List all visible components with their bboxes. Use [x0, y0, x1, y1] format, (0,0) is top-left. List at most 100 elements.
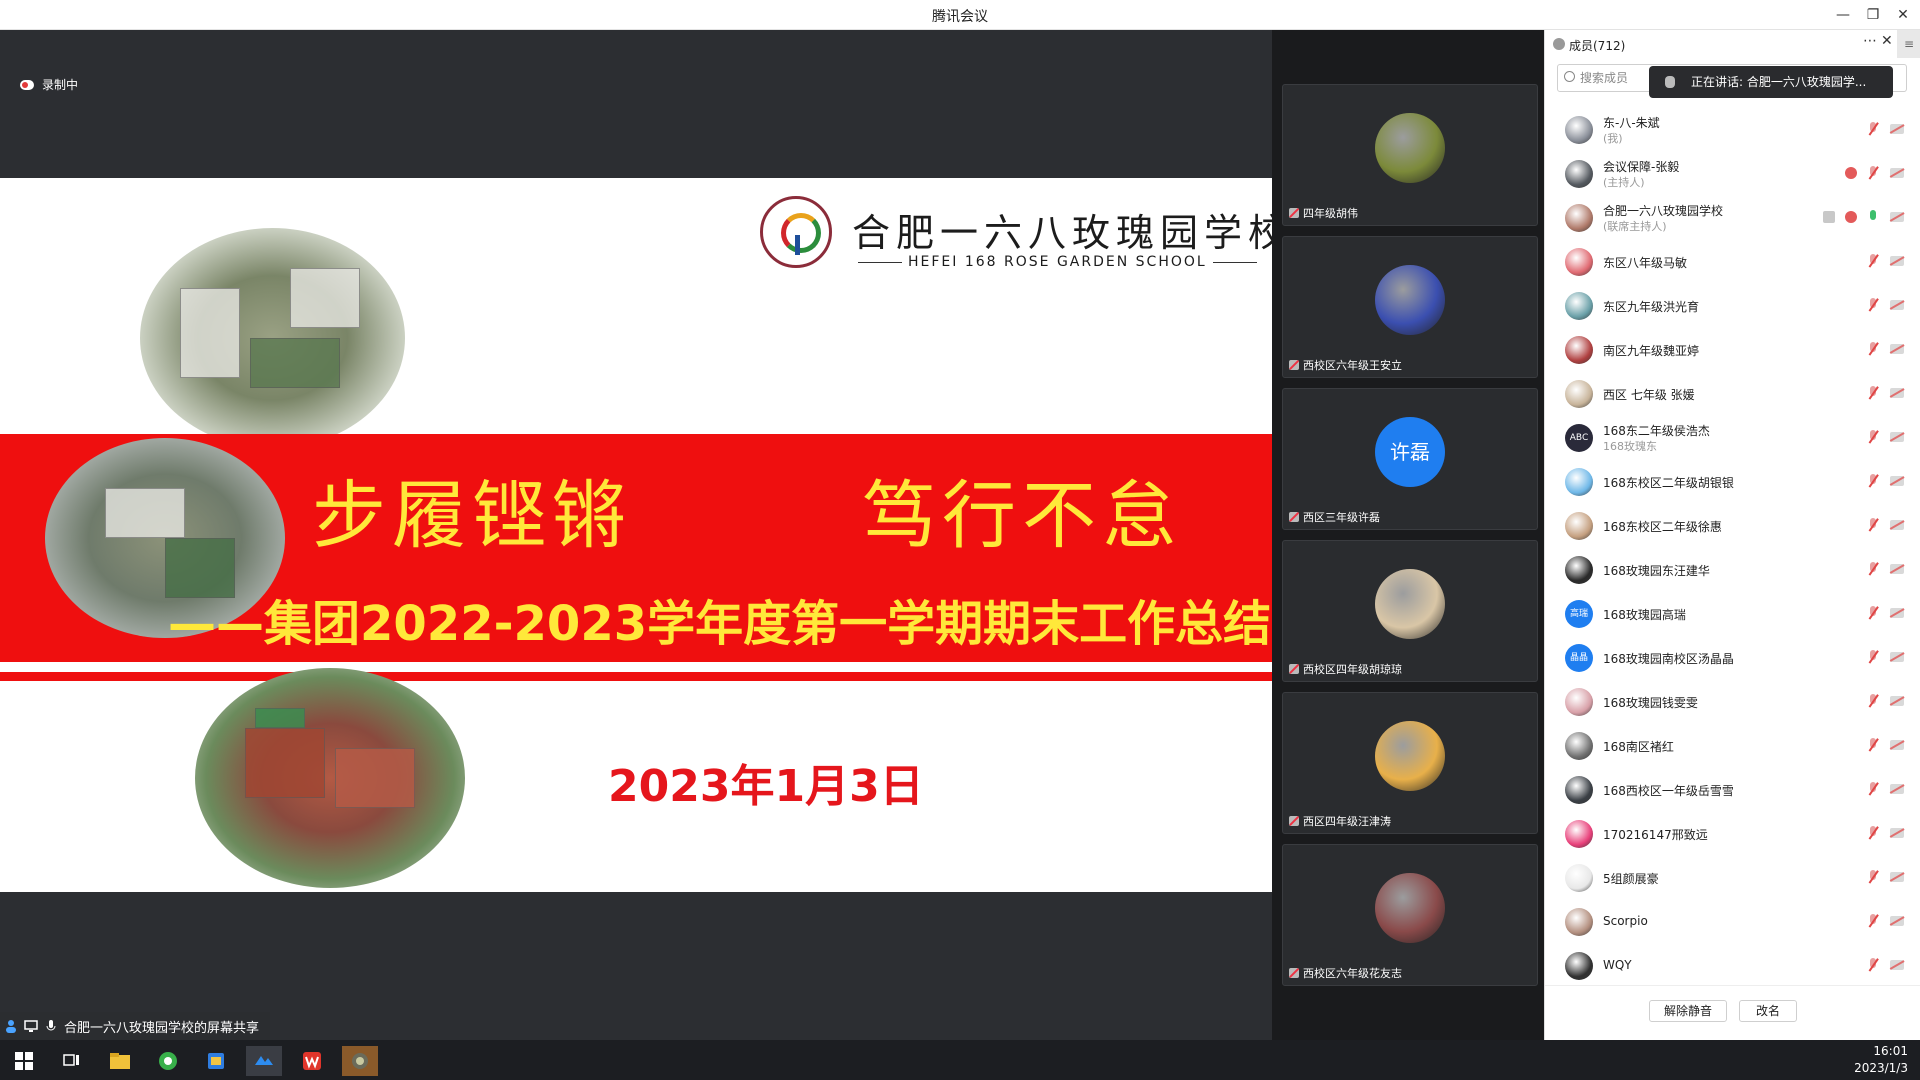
mic-on-icon[interactable]	[1867, 210, 1879, 224]
camera-off-icon[interactable]	[1890, 872, 1904, 882]
wps-button[interactable]	[294, 1046, 330, 1076]
member-row[interactable]: 南区九年级魏亚婷	[1545, 328, 1920, 372]
panel-menu-icon[interactable]: ≡	[1897, 30, 1920, 58]
screen-share-label: 合肥一六八玫瑰园学校的屏幕共享	[64, 1020, 260, 1036]
mic-muted-icon[interactable]	[1867, 474, 1879, 488]
wps-icon	[303, 1052, 321, 1070]
mic-muted-icon[interactable]	[1867, 694, 1879, 708]
mic-muted-icon[interactable]	[1867, 562, 1879, 576]
mic-muted-icon[interactable]	[1867, 870, 1879, 884]
mic-muted-icon[interactable]	[1867, 166, 1879, 180]
start-button[interactable]	[6, 1046, 42, 1076]
mic-muted-icon[interactable]	[1867, 738, 1879, 752]
member-avatar	[1565, 820, 1593, 848]
video-tile[interactable]: 许磊 西区三年级许磊	[1282, 388, 1538, 530]
mic-muted-icon[interactable]	[1867, 914, 1879, 928]
camera-off-icon[interactable]	[1890, 432, 1904, 442]
member-row[interactable]: 168南区褚红	[1545, 724, 1920, 768]
member-row[interactable]: 东区九年级洪光育	[1545, 284, 1920, 328]
rename-button[interactable]: 改名	[1739, 1000, 1797, 1022]
mic-muted-icon[interactable]	[1867, 298, 1879, 312]
close-panel-icon[interactable]: ✕	[1881, 33, 1893, 49]
muted-mic-icon	[1289, 208, 1299, 218]
mic-muted-icon[interactable]	[1867, 254, 1879, 268]
files-app-button[interactable]	[198, 1046, 234, 1076]
member-row[interactable]: 168玫瑰园钱雯雯	[1545, 680, 1920, 724]
mic-muted-icon[interactable]	[1867, 386, 1879, 400]
video-tile[interactable]: 西校区六年级花友志	[1282, 844, 1538, 986]
taskbar-clock[interactable]: 16:01 2023/1/3	[1854, 1043, 1908, 1077]
video-tile[interactable]: 四年级胡伟	[1282, 84, 1538, 226]
video-tile[interactable]: 西区四年级汪津涛	[1282, 692, 1538, 834]
camera-off-icon[interactable]	[1890, 564, 1904, 574]
camera-off-icon[interactable]	[1890, 476, 1904, 486]
mic-muted-icon[interactable]	[1867, 518, 1879, 532]
video-tile[interactable]: 西校区六年级王安立	[1282, 236, 1538, 378]
mic-muted-icon[interactable]	[1867, 342, 1879, 356]
camera-off-icon[interactable]	[1890, 916, 1904, 926]
minimize-button[interactable]: —	[1832, 4, 1854, 26]
member-row[interactable]: 合肥一六八玫瑰园学校 (联席主持人)	[1545, 196, 1920, 240]
member-row[interactable]: 168西校区一年级岳雪雪	[1545, 768, 1920, 812]
mic-muted-icon[interactable]	[1867, 650, 1879, 664]
member-row[interactable]: 168玫瑰园东汪建华	[1545, 548, 1920, 592]
restore-button[interactable]: ❐	[1862, 4, 1884, 26]
member-row[interactable]: 西区 七年级 张媛	[1545, 372, 1920, 416]
clock-time: 16:01	[1873, 1044, 1908, 1058]
app-button[interactable]	[342, 1046, 378, 1076]
task-view-button[interactable]	[54, 1046, 90, 1076]
video-tile[interactable]: 西校区四年级胡琼琼	[1282, 540, 1538, 682]
windows-taskbar: 16:01 2023/1/3	[0, 1040, 1920, 1080]
member-row[interactable]: ABC 168东二年级侯浩杰 168玫瑰东	[1545, 416, 1920, 460]
camera-off-icon[interactable]	[1890, 168, 1904, 178]
participant-name-label: 四年级胡伟	[1303, 207, 1358, 220]
member-row[interactable]: 168东校区二年级胡银银	[1545, 460, 1920, 504]
mic-muted-icon[interactable]	[1867, 606, 1879, 620]
member-row[interactable]: 170216147邢致远	[1545, 812, 1920, 856]
camera-off-icon[interactable]	[1890, 212, 1904, 222]
member-row[interactable]: Scorpio	[1545, 900, 1920, 944]
browser-icon	[159, 1052, 177, 1070]
camera-off-icon[interactable]	[1890, 124, 1904, 134]
file-explorer-button[interactable]	[102, 1046, 138, 1076]
member-name: 会议保障-张毅	[1603, 160, 1680, 174]
participant-avatar: 许磊	[1375, 417, 1445, 487]
member-row[interactable]: 高瑞 168玫瑰园高瑞	[1545, 592, 1920, 636]
camera-off-icon[interactable]	[1890, 960, 1904, 970]
mic-muted-icon[interactable]	[1867, 958, 1879, 972]
mic-muted-icon[interactable]	[1867, 122, 1879, 136]
camera-off-icon[interactable]	[1890, 388, 1904, 398]
member-row[interactable]: 晶晶 168玫瑰园南校区汤晶晶	[1545, 636, 1920, 680]
tencent-meeting-button[interactable]	[246, 1046, 282, 1076]
camera-off-icon[interactable]	[1890, 344, 1904, 354]
camera-off-icon[interactable]	[1890, 256, 1904, 266]
mic-muted-icon[interactable]	[1867, 826, 1879, 840]
member-avatar	[1565, 512, 1593, 540]
camera-off-icon[interactable]	[1890, 784, 1904, 794]
camera-off-icon[interactable]	[1890, 520, 1904, 530]
mic-muted-icon[interactable]	[1867, 430, 1879, 444]
more-options-icon[interactable]: ⋯	[1863, 33, 1877, 49]
member-avatar	[1565, 204, 1593, 232]
camera-off-icon[interactable]	[1890, 608, 1904, 618]
member-row[interactable]: 东-八-朱斌 (我)	[1545, 108, 1920, 152]
member-name: 东区八年级马敏	[1603, 256, 1688, 270]
folder-icon	[110, 1053, 130, 1069]
members-panel-footer: 解除静音 改名	[1545, 985, 1920, 1040]
camera-off-icon[interactable]	[1890, 828, 1904, 838]
member-row[interactable]: WQY	[1545, 944, 1920, 988]
participant-avatar	[1375, 265, 1445, 335]
close-window-button[interactable]: ✕	[1892, 4, 1914, 26]
member-row[interactable]: 5组颜展豪	[1545, 856, 1920, 900]
unmute-all-button[interactable]: 解除静音	[1649, 1000, 1727, 1022]
mic-muted-icon[interactable]	[1867, 782, 1879, 796]
member-row[interactable]: 168东校区二年级徐惠	[1545, 504, 1920, 548]
browser-button[interactable]	[150, 1046, 186, 1076]
camera-off-icon[interactable]	[1890, 300, 1904, 310]
camera-off-icon[interactable]	[1890, 740, 1904, 750]
camera-off-icon[interactable]	[1890, 652, 1904, 662]
member-row[interactable]: 东区八年级马敏	[1545, 240, 1920, 284]
camera-off-icon[interactable]	[1890, 696, 1904, 706]
member-avatar	[1565, 468, 1593, 496]
member-row[interactable]: 会议保障-张毅 (主持人)	[1545, 152, 1920, 196]
